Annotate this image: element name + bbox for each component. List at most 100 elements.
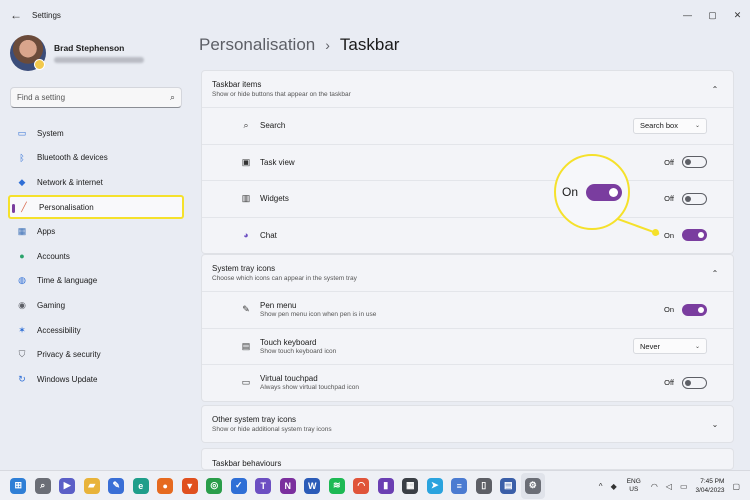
sidebar-item-accounts[interactable]: ● Accounts (8, 244, 184, 269)
settings-icon[interactable]: ⚙ (520, 472, 545, 499)
setting-label: Virtual touchpad (260, 374, 318, 384)
taskbar-items-header[interactable]: Taskbar items Show or hide buttons that … (202, 71, 733, 107)
setting-description: Show pen menu icon when pen is in use (260, 311, 377, 319)
search-icon[interactable]: ⌕ (31, 473, 56, 499)
sidebar-item-gaming[interactable]: ◉ Gaming (8, 293, 184, 318)
sidebar-item-personalisation[interactable]: ╱ Personalisation (8, 194, 184, 220)
pen-icon: ✎ (242, 304, 250, 315)
meet-icon[interactable]: ▶ (55, 473, 80, 499)
section-title: Taskbar behaviours (212, 459, 282, 468)
toggle-state-label: On (663, 230, 674, 240)
onenote-icon[interactable]: N (276, 473, 301, 499)
store-icon-glyph: ▤ (500, 477, 517, 494)
other-tray-section[interactable]: Other system tray icons Show or hide add… (201, 405, 734, 443)
system-tray-header[interactable]: System tray icons Choose which icons can… (202, 255, 733, 291)
section-title: System tray icons (212, 264, 276, 273)
notepad-icon[interactable]: ≡ (447, 473, 472, 499)
sidebar-item-label: Apps (37, 227, 56, 237)
toggle-switch[interactable] (682, 192, 707, 205)
search-input[interactable] (17, 93, 170, 102)
todo-icon[interactable]: ✓ (227, 473, 252, 499)
toggle-state-label: Off (664, 157, 674, 167)
meet-icon-glyph: ▶ (59, 477, 76, 494)
sidebar-item-label: Privacy & security (37, 350, 101, 360)
accessibility-icon: ✶ (18, 324, 26, 335)
breadcrumb-parent[interactable]: Personalisation (199, 35, 315, 55)
spotify-icon-glyph: ≋ (328, 477, 345, 494)
system-tray: ^ ◆ ENG US ◠ ◁ ▭ 7:45 PM 3/04/2023 ▢ (595, 471, 744, 500)
person-icon: ● (19, 251, 25, 262)
notification-icon[interactable]: ▢ (732, 482, 740, 491)
toggle-switch[interactable] (682, 229, 707, 242)
widgets-icon: ▥ (241, 193, 251, 204)
pen-app-icon[interactable]: ✎ (104, 473, 129, 499)
media-app-icon-glyph: ▮ (377, 477, 394, 494)
user-profile[interactable]: Brad Stephenson (10, 35, 144, 71)
usb-app-icon[interactable]: ▯ (472, 473, 497, 499)
chevron-up-icon[interactable]: ⌃ (707, 269, 723, 278)
minimize-button[interactable]: — (675, 0, 700, 30)
task-view-icon: ▣ (241, 156, 251, 167)
chrome-icon[interactable]: ◎ (202, 473, 227, 499)
system-tray-section: System tray icons Choose which icons can… (201, 254, 734, 402)
callout-dot (652, 229, 659, 236)
sidebar-item-privacy-security[interactable]: ⛉ Privacy & security (8, 342, 184, 367)
chevron-down-icon: ⌄ (694, 343, 700, 350)
sidebar-item-label: Personalisation (39, 202, 94, 212)
sidebar-item-network-internet[interactable]: ◆ Network & internet (8, 170, 184, 195)
setting-dropdown[interactable]: Search box ⌄ (633, 117, 707, 134)
language-indicator[interactable]: ENG US (627, 478, 641, 494)
dropdown-value: Search box (640, 121, 678, 131)
start-icon[interactable]: ⊞ (6, 473, 31, 499)
sidebar-item-bluetooth-devices[interactable]: ᛒ Bluetooth & devices (8, 146, 184, 171)
file-explorer-icon-glyph: ▰ (83, 477, 100, 494)
update-icon: ↻ (18, 373, 26, 384)
firefox-icon[interactable]: ● (153, 473, 178, 499)
spotify-icon[interactable]: ≋ (325, 473, 350, 499)
taskbar-behaviours-section[interactable]: Taskbar behaviours (201, 448, 734, 470)
maximize-button[interactable]: ▢ (700, 0, 725, 30)
sidebar-item-windows-update[interactable]: ↻ Windows Update (8, 367, 184, 392)
telegram-icon[interactable]: ➤ (423, 473, 448, 499)
clock[interactable]: 7:45 PM 3/04/2023 (696, 477, 725, 495)
setting-label: Pen menu (260, 301, 297, 311)
dropbox-icon[interactable]: ◆ (611, 482, 617, 491)
media-app-icon[interactable]: ▮ (374, 473, 399, 499)
toggle-switch[interactable] (682, 303, 707, 316)
store-icon[interactable]: ▤ (496, 473, 521, 499)
sidebar-item-apps[interactable]: ▦ Apps (8, 219, 184, 244)
window-controls: — ▢ ✕ (675, 0, 750, 30)
close-button[interactable]: ✕ (725, 0, 750, 30)
chevron-up-icon[interactable]: ^ (599, 482, 603, 491)
other-tray-header[interactable]: Other system tray icons Show or hide add… (202, 406, 733, 442)
teams-icon[interactable]: T (251, 473, 276, 499)
back-arrow-icon[interactable]: ← (2, 1, 30, 29)
headphones-app-icon[interactable]: ◠ (349, 473, 374, 499)
toggle-switch[interactable] (682, 376, 707, 389)
volume-icon[interactable]: ◁ (666, 482, 672, 491)
tiles-app-icon[interactable]: ▦ (398, 473, 423, 499)
pen-app-icon-glyph: ✎ (108, 477, 125, 494)
search-icon[interactable]: ⌕ (170, 92, 175, 103)
chevron-down-icon[interactable]: ⌄ (707, 420, 723, 429)
sidebar-item-time-language[interactable]: ◍ Time & language (8, 269, 184, 294)
brave-icon[interactable]: ▼ (178, 473, 203, 499)
sidebar-item-system[interactable]: ▭ System (8, 121, 184, 146)
word-icon[interactable]: W (300, 473, 325, 499)
sidebar-item-accessibility[interactable]: ✶ Accessibility (8, 318, 184, 343)
file-explorer-icon[interactable]: ▰ (80, 473, 105, 499)
battery-icon[interactable]: ▭ (680, 482, 688, 491)
toggle-switch[interactable] (682, 156, 707, 169)
chevron-up-icon[interactable]: ⌃ (707, 85, 723, 94)
wifi-icon[interactable]: ◠ (651, 482, 658, 491)
toggle-state-label: On (663, 305, 674, 315)
setting-dropdown[interactable]: Never ⌄ (633, 338, 707, 355)
brush-icon: ╱ (21, 201, 27, 212)
callout-toggle (586, 183, 622, 201)
search-box[interactable]: ⌕ (10, 87, 182, 108)
brave-icon-glyph: ▼ (181, 477, 198, 494)
section-subtitle: Show or hide additional system tray icon… (212, 426, 332, 433)
taskbar-behaviours-header[interactable]: Taskbar behaviours (202, 449, 733, 469)
sidebar-nav: ▭ System ᛒ Bluetooth & devices ◆ Network & in… (8, 121, 184, 392)
edge-icon[interactable]: e (129, 473, 154, 499)
